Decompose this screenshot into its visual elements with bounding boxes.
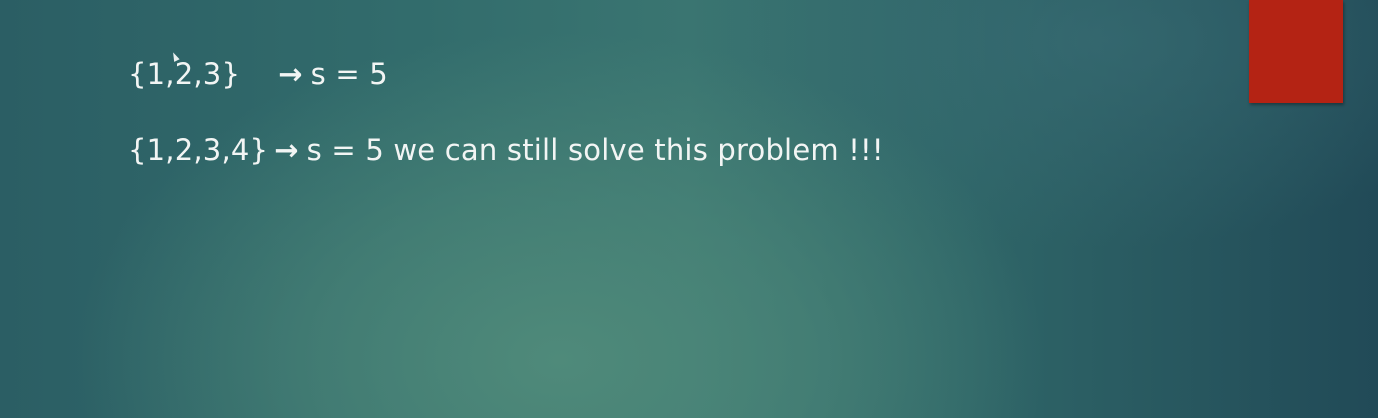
sum-result: s = 5 (310, 57, 388, 91)
slide-canvas: {1,2,3} → s = 5 {1,2,3,4} → s = 5 we can sti… (0, 0, 1378, 418)
example-line-2: {1,2,3,4} → s = 5 we can still solve this … (128, 132, 884, 168)
set-label: {1,2,3} (128, 57, 241, 91)
set-label: {1,2,3,4} (128, 133, 269, 167)
accent-rectangle (1249, 0, 1343, 103)
arrow-right-icon: → (274, 133, 299, 167)
arrow-right-icon: → (278, 57, 303, 91)
sum-result: s = 5 (306, 133, 384, 167)
comment-text: we can still solve this problem !!! (393, 133, 884, 167)
example-line-1: {1,2,3} → s = 5 (128, 56, 388, 92)
